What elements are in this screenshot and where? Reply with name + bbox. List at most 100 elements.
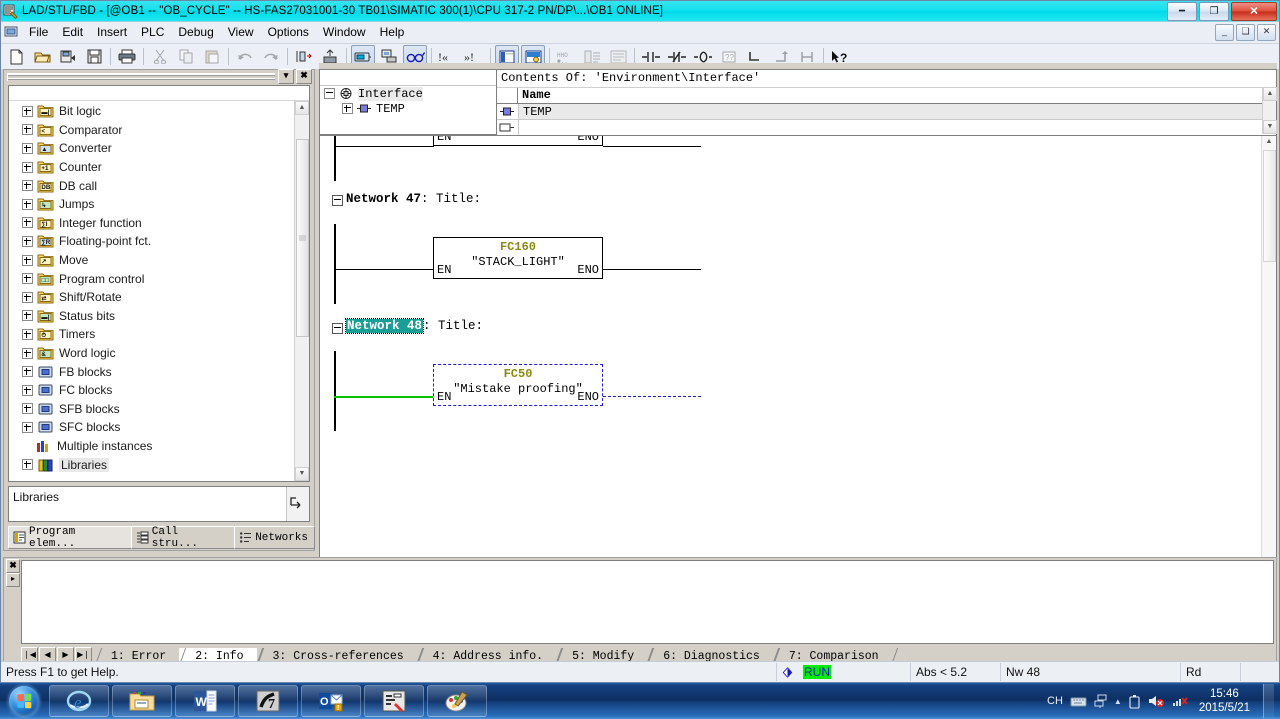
expand-toggle-icon[interactable]: [22, 366, 33, 378]
tree-item-comparator[interactable]: < Comparator: [9, 121, 295, 140]
panel-dropdown-button[interactable]: ▾: [278, 69, 294, 84]
tree-item-integer-function[interactable]: ∑I Integer function: [9, 214, 295, 233]
taskbar-word[interactable]: W: [175, 685, 235, 717]
paste-button[interactable]: [200, 45, 224, 68]
taskbar-paint[interactable]: [427, 685, 487, 717]
window-restore-button[interactable]: ❐: [1199, 2, 1229, 21]
new-button[interactable]: [4, 45, 28, 68]
expand-toggle-icon[interactable]: [22, 421, 33, 433]
tree-item-jumps[interactable]: ↳ Jumps: [9, 195, 295, 214]
expand-toggle-icon[interactable]: [22, 403, 33, 415]
print-button[interactable]: [115, 45, 139, 68]
tree-vertical-scrollbar[interactable]: ▲ ▼: [294, 101, 309, 481]
taskbar-simatic-manager[interactable]: [364, 685, 424, 717]
net48-collapse-toggle[interactable]: [332, 323, 343, 334]
clock[interactable]: 15:46 2015/5/21: [1195, 687, 1256, 715]
window-minimize-button[interactable]: ━: [1167, 2, 1197, 21]
network-disconnected-icon[interactable]: [1171, 694, 1188, 708]
net46-block[interactable]: EN ENO: [433, 136, 603, 146]
tree-item-fb-blocks[interactable]: FB blocks: [9, 362, 295, 381]
ladder-scroll-thumb[interactable]: [1263, 150, 1276, 262]
tree-item-status-bits[interactable]: ▬| Status bits: [9, 307, 295, 326]
net48-fc50-block[interactable]: FC50 "Mistake proofing" EN ENO: [433, 364, 603, 406]
tree-item-shift-rotate[interactable]: ⇄ Shift/Rotate: [9, 288, 295, 307]
download-to-plc-button[interactable]: [292, 45, 316, 68]
save-as-button[interactable]: [56, 45, 80, 68]
taskbar-step7[interactable]: 7: [238, 685, 298, 717]
tree-item-move[interactable]: ↗ Move: [9, 251, 295, 270]
show-desktop-button[interactable]: [1263, 684, 1274, 718]
expand-toggle-icon[interactable]: [22, 161, 33, 173]
show-hidden-icons-button[interactable]: ▲: [1114, 697, 1122, 706]
mdi-system-menu-icon[interactable]: [4, 25, 22, 41]
tree-item-converter[interactable]: ▲ Converter: [9, 139, 295, 158]
expand-toggle-icon[interactable]: [342, 103, 353, 114]
menu-item-view[interactable]: View: [221, 23, 261, 42]
scroll-down-button[interactable]: ▼: [295, 467, 309, 481]
tree-item-bit-logic[interactable]: ▬| Bit logic: [9, 102, 295, 121]
undo-button[interactable]: [233, 45, 257, 68]
tree-item-sfc-blocks[interactable]: SFC blocks: [9, 418, 295, 437]
panel-tab-call-stru[interactable]: Call stru...: [130, 526, 236, 550]
expand-toggle-icon[interactable]: [22, 254, 33, 266]
expand-toggle-icon[interactable]: [22, 459, 33, 471]
tree-item-timers[interactable]: ⏱ Timers: [9, 325, 295, 344]
panel-grip[interactable]: [7, 72, 275, 81]
expand-toggle-icon[interactable]: [22, 198, 33, 210]
window-close-button[interactable]: ✕: [1231, 2, 1277, 21]
scroll-thumb[interactable]: [296, 139, 309, 337]
redo-button[interactable]: [259, 45, 283, 68]
tree-item-sfb-blocks[interactable]: SFB blocks: [9, 400, 295, 419]
expand-toggle-icon[interactable]: [22, 328, 33, 340]
open-button[interactable]: [30, 45, 54, 68]
expand-toggle-icon[interactable]: [22, 105, 33, 117]
keyboard-icon[interactable]: [1070, 695, 1087, 707]
contents-scroll-down-button[interactable]: ▼: [1263, 120, 1277, 134]
volume-muted-icon[interactable]: [1147, 694, 1164, 708]
expand-toggle-icon[interactable]: [22, 291, 33, 303]
save-button[interactable]: [82, 45, 106, 68]
mdi-close-button[interactable]: ✕: [1257, 24, 1276, 41]
expand-toggle-icon[interactable]: [22, 235, 33, 247]
mdi-restore-button[interactable]: ❑: [1236, 24, 1255, 41]
expand-toggle-icon[interactable]: [22, 180, 33, 192]
menu-item-debug[interactable]: Debug: [171, 23, 220, 42]
contents-new-row[interactable]: [497, 120, 1276, 135]
panel-tab-networks[interactable]: Networks: [234, 526, 315, 549]
tree-item-floating-point-fct[interactable]: ∑R Floating-point fct.: [9, 232, 295, 251]
panel-tab-program-elem[interactable]: Program elem...: [8, 526, 132, 550]
expand-toggle-icon[interactable]: [22, 384, 33, 396]
info-window-close-button[interactable]: ✖: [6, 559, 20, 573]
expand-toggle-icon[interactable]: [22, 124, 33, 136]
tree-item-counter[interactable]: +1 Counter: [9, 158, 295, 177]
tree-item-word-logic[interactable]: & Word logic: [9, 344, 295, 363]
panel-title-bar[interactable]: ▾ ✖: [4, 69, 314, 84]
language-indicator[interactable]: CH: [1047, 695, 1063, 707]
interface-tree[interactable]: Interface TEMP: [319, 69, 497, 135]
tree-item-libraries[interactable]: Libraries: [9, 455, 295, 474]
panel-close-button[interactable]: ✖: [296, 69, 312, 84]
menu-item-window[interactable]: Window: [316, 23, 373, 42]
net47-header[interactable]: Network 47: Title:: [346, 192, 481, 206]
menu-item-help[interactable]: Help: [373, 23, 412, 42]
start-button[interactable]: [2, 684, 46, 718]
menu-item-insert[interactable]: Insert: [90, 23, 134, 42]
cut-button[interactable]: [148, 45, 172, 68]
tree-item-program-control[interactable]: □□ Program control: [9, 269, 295, 288]
taskbar-file-explorer[interactable]: [112, 685, 172, 717]
tree-item-multiple-instances[interactable]: Multiple instances: [9, 437, 295, 456]
ladder-scroll-up-button[interactable]: ▲: [1262, 136, 1276, 150]
taskbar-internet-explorer[interactable]: e: [49, 685, 109, 717]
net47-collapse-toggle[interactable]: [332, 195, 343, 206]
expand-toggle-icon[interactable]: [22, 142, 33, 154]
expand-toggle-icon[interactable]: [22, 347, 33, 359]
mdi-minimize-button[interactable]: _: [1215, 24, 1234, 41]
net47-fc160-block[interactable]: FC160 "STACK_LIGHT" EN ENO: [433, 237, 603, 279]
contents-scroll-up-button[interactable]: ▲: [1263, 87, 1277, 101]
menu-item-file[interactable]: File: [22, 23, 55, 42]
contents-vertical-scrollbar[interactable]: ▲ ▼: [1262, 87, 1277, 134]
info-window-expand-button[interactable]: ▸: [6, 573, 20, 587]
menu-item-plc[interactable]: PLC: [134, 23, 171, 42]
program-elements-tree[interactable]: ▬| Bit logic < Comparator ▲ Converter +1…: [9, 101, 295, 481]
interface-node-interface[interactable]: Interface: [320, 86, 496, 101]
